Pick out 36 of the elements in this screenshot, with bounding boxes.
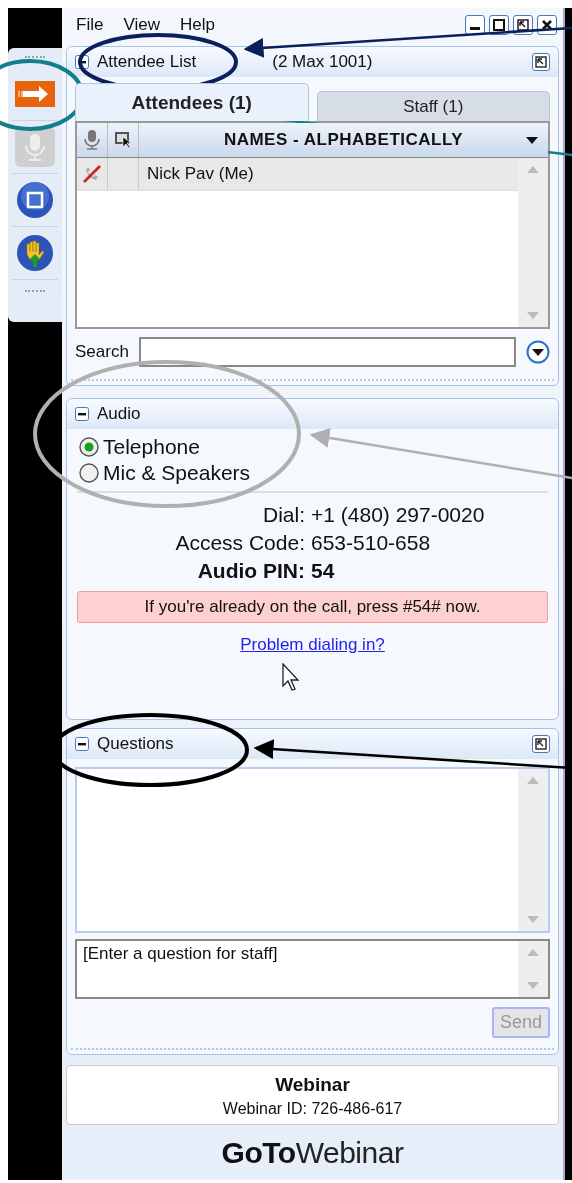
notice-banner: If you're already on the call, press #54# now.	[77, 591, 548, 623]
radio-option[interactable]: Mic & Speakers	[79, 461, 546, 485]
menu-item[interactable]: Help	[179, 15, 215, 35]
dropdown-icon[interactable]	[526, 340, 550, 364]
popout-icon[interactable]	[532, 53, 550, 71]
logo: GoToWebinar	[220, 1134, 405, 1171]
search-label: Search	[75, 342, 129, 362]
attendee-count: (2 Max 1001)	[272, 52, 373, 72]
detail-label: Access Code:	[174, 531, 305, 555]
cursor-icon	[282, 663, 300, 691]
stop-button[interactable]	[16, 181, 54, 219]
close-icon[interactable]	[537, 15, 557, 35]
panel-title: Attendee List	[97, 52, 197, 72]
radio-option[interactable]: Telephone	[79, 435, 546, 459]
detail-value: +1 (480) 297-0020	[311, 503, 486, 527]
detail-value: 653-510-658	[311, 531, 432, 555]
raise-hand-button[interactable]	[16, 234, 54, 272]
panel-title: Questions	[97, 734, 174, 754]
search-field[interactable]	[138, 337, 516, 367]
webinar-title: Webinar	[275, 1074, 350, 1096]
detail-value: 54	[311, 559, 336, 583]
popout-icon[interactable]	[532, 735, 550, 753]
collapse-icon[interactable]	[75, 737, 89, 751]
help-link[interactable]: Problem dialing in?	[240, 635, 385, 655]
arrow-button[interactable]	[15, 81, 55, 107]
detail-label: Dial:	[262, 503, 305, 527]
radio-icon[interactable]	[79, 437, 99, 457]
attendee-name: Nick Pav (Me)	[146, 163, 254, 185]
menu-item[interactable]: View	[123, 15, 160, 35]
webinar-id: Webinar ID: 726-486-617	[222, 1100, 403, 1118]
menu-item[interactable]: File	[76, 15, 104, 35]
panel-title: Audio	[97, 404, 141, 424]
minimize-icon[interactable]	[465, 15, 485, 35]
radio-icon[interactable]	[79, 463, 99, 483]
collapse-icon[interactable]	[75, 407, 89, 421]
detail-label: Audio PIN:	[196, 559, 305, 583]
